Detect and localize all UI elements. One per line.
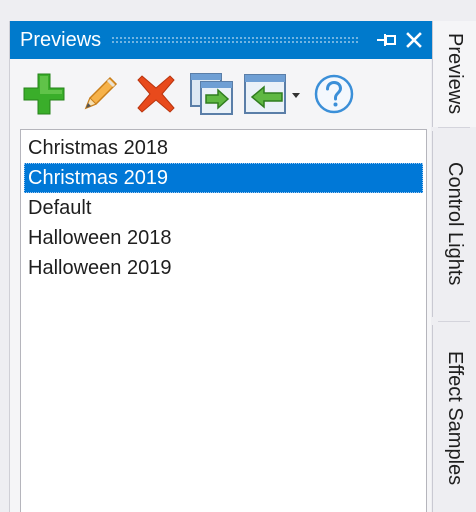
tab-label: Previews [444,33,466,115]
plus-icon [23,73,65,115]
pin-button[interactable] [372,25,400,55]
edit-button[interactable] [72,68,128,120]
tab-control-lights[interactable]: Control Lights [432,131,476,317]
previews-panel: Previews Christmas 2018 Christmas 2019 D… [9,21,432,512]
panel-titlebar[interactable]: Previews [10,21,432,59]
tab-label: Effect Samples [444,351,466,486]
panel-title: Previews [20,28,102,51]
list-item[interactable]: Halloween 2018 [24,223,423,253]
copy-arrow-icon [190,73,233,115]
help-button[interactable] [306,68,362,120]
pin-icon [377,34,396,46]
delete-button[interactable] [128,68,184,120]
import-button[interactable] [240,68,306,120]
import-arrow-icon [244,74,300,114]
copy-button[interactable] [184,68,240,120]
list-item[interactable]: Christmas 2018 [24,133,423,163]
preview-toolbar [10,59,432,129]
close-icon [406,32,422,48]
tab-divider [438,127,470,128]
add-button[interactable] [16,68,72,120]
tab-divider [438,321,470,322]
tab-previews[interactable]: Previews [432,21,476,127]
tab-effect-samples[interactable]: Effect Samples [432,325,476,512]
question-circle-icon [314,74,354,114]
side-tab-strip: Previews Control Lights Effect Samples [432,21,476,512]
titlebar-grip [111,36,360,44]
list-item[interactable]: Halloween 2019 [24,253,423,283]
close-button[interactable] [400,25,428,55]
list-item-selected[interactable]: Christmas 2019 [24,163,423,193]
pencil-icon [84,76,118,110]
red-x-icon [137,75,175,113]
list-item[interactable]: Default [24,193,423,223]
preview-list[interactable]: Christmas 2018 Christmas 2019 Default Ha… [20,129,427,512]
tab-label: Control Lights [444,162,466,286]
